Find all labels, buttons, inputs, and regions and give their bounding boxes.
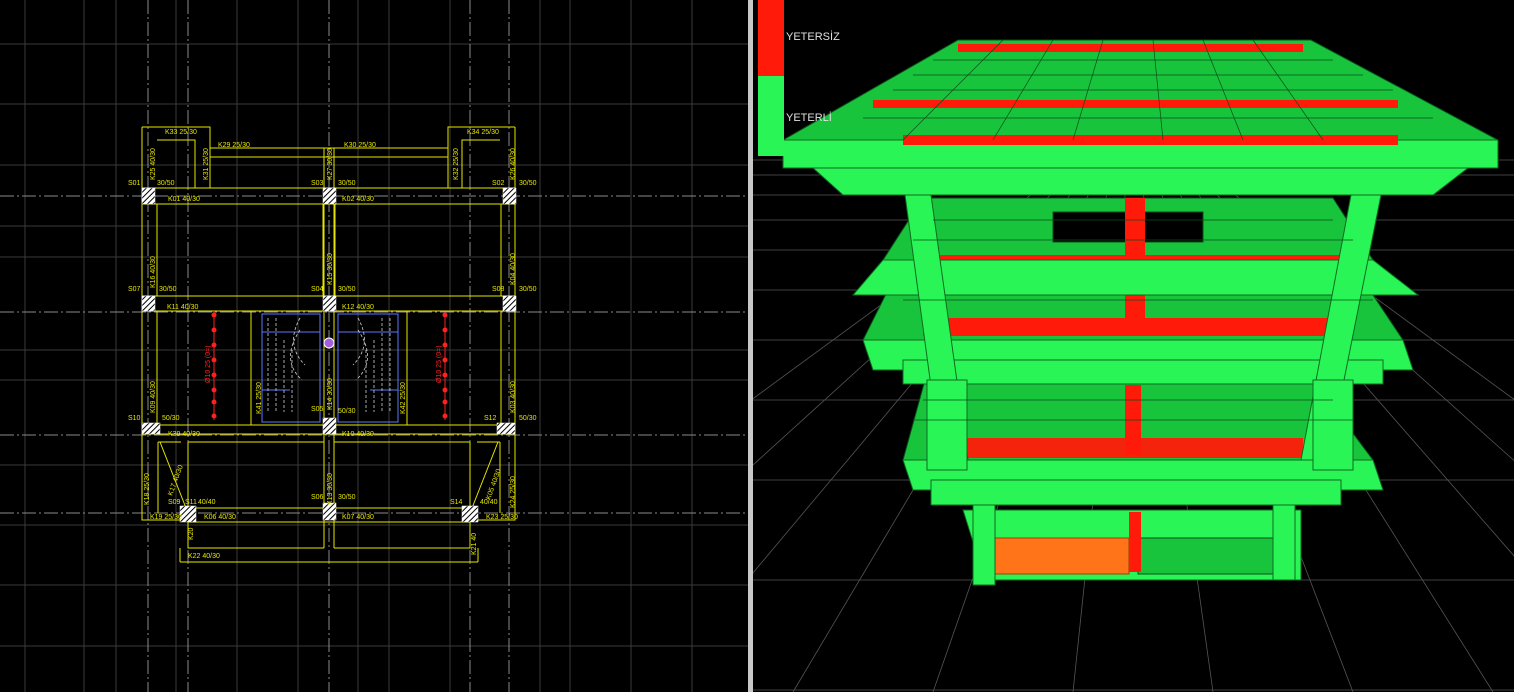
column-label: S03	[311, 180, 324, 187]
column-label: S12	[484, 415, 497, 422]
legend-sufficient-swatch	[758, 76, 784, 156]
column-label: S08	[492, 286, 505, 293]
beam-label: K32 25/30	[453, 148, 460, 180]
column-size: 30/50	[519, 180, 537, 187]
beam-label: K29 25/30	[218, 142, 250, 149]
column-s01	[141, 187, 156, 205]
model-3d-canvas[interactable]: YETERSİZ YETERLİ	[753, 0, 1514, 692]
column-s07	[141, 295, 156, 312]
column-label: S09	[168, 499, 181, 506]
model-3d-view-pane[interactable]: YETERSİZ YETERLİ	[753, 0, 1514, 692]
beam-label: K15 30/30	[327, 253, 334, 285]
column-s09	[179, 505, 197, 523]
column-size: 40/40	[480, 499, 498, 506]
column-label: S05	[311, 406, 324, 413]
beam-label: K11 40/30	[167, 304, 199, 311]
column-s14	[461, 505, 479, 523]
beam-label: K26 40/30	[510, 148, 517, 180]
column-size: 50/30	[338, 408, 356, 415]
beam-labels-vertical: K25 40/30 K31 25/30 K27 30/30 K32 25/30 …	[144, 148, 517, 555]
beam-label: K19 25/30	[150, 514, 182, 521]
beam-label: K10 40/30	[342, 431, 374, 438]
beam-label: K07 40/30	[342, 514, 374, 521]
storey-roof	[781, 39, 1499, 196]
column-size: 30/50	[338, 286, 356, 293]
beam-label: K33 25/30	[165, 129, 197, 136]
beam-label: K09 40/30	[150, 381, 157, 413]
beam-label: K23 25/30	[486, 514, 518, 521]
column-s12	[496, 422, 516, 435]
storey-ground	[962, 504, 1302, 586]
beam-label: K39 40/30	[168, 431, 200, 438]
column-size: 30/50	[338, 494, 356, 501]
beam-label: K41 25/30	[256, 382, 263, 414]
column-label: S01	[128, 180, 141, 187]
column-label: S04	[311, 286, 324, 293]
beam-label: K34 25/30	[467, 129, 499, 136]
beam-label: K22 40/30	[188, 553, 220, 560]
column-s03	[322, 187, 337, 205]
beam-label: K14 30/30	[327, 378, 334, 410]
beam-label: K20	[188, 527, 195, 540]
beam-label: K03 40/30	[510, 381, 517, 413]
column-label: S06	[311, 494, 324, 501]
rebar-label-right: Ø10 25 (0=)	[436, 345, 443, 383]
beam-label: K04 40/30	[510, 253, 517, 285]
column-label: S07	[128, 286, 141, 293]
beam-label: K25 40/30	[150, 148, 157, 180]
column-label: S02	[492, 180, 505, 187]
column-s08	[502, 295, 517, 312]
column-s05	[322, 417, 337, 435]
beam-label: K12 40/30	[342, 304, 374, 311]
column-label: S14	[450, 499, 463, 506]
column-s04	[322, 295, 337, 312]
beam-label: K16 40/30	[150, 256, 157, 288]
floor-plan-canvas[interactable]: Ø10 25 (0=) Ø10 25 (0=) K33 25/30 K34 25…	[0, 0, 748, 692]
column-size: 30/50	[338, 180, 356, 187]
column-size: 30/50	[157, 180, 175, 187]
beam-label: K13 30/30	[327, 473, 334, 505]
beam-label: K42 25/30	[400, 382, 407, 414]
column-s10	[141, 422, 161, 435]
beam-label: K31 25/30	[203, 148, 210, 180]
beam-label: K27 30/30	[327, 148, 334, 180]
column-size: 30/50	[159, 286, 177, 293]
beam-label: K18 25/30	[144, 473, 151, 505]
legend-insufficient-label: YETERSİZ	[786, 30, 840, 43]
column-size: 30/50	[519, 286, 537, 293]
column-s02	[502, 187, 517, 205]
column-label: S10	[128, 415, 141, 422]
beam-label: K02 40/30	[342, 196, 374, 203]
stair-center-marker	[323, 337, 335, 349]
beam-label: K24 25/30	[510, 476, 517, 508]
legend-sufficient-label: YETERLİ	[786, 111, 832, 124]
beam-label: K01 40/30	[168, 196, 200, 203]
column-label: S11	[185, 499, 197, 506]
column-size: 50/30	[162, 415, 180, 422]
beam-label: K30 25/30	[344, 142, 376, 149]
rebar-label-left: Ø10 25 (0=)	[205, 345, 212, 383]
legend-insufficient-swatch	[758, 0, 784, 76]
plan-view-pane[interactable]: Ø10 25 (0=) Ø10 25 (0=) K33 25/30 K34 25…	[0, 0, 748, 692]
column-size: 40/40	[198, 499, 216, 506]
column-size: 50/30	[519, 415, 537, 422]
beam-label: K21 40	[471, 533, 478, 555]
beam-label: K06 40/30	[204, 514, 236, 521]
